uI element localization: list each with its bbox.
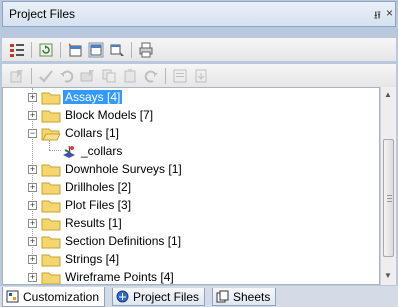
secondary-toolbar (2, 64, 396, 87)
pin-icon[interactable]: ⭿ (374, 7, 381, 26)
undo-icon (58, 67, 76, 85)
toolbar-separator (131, 41, 132, 58)
window-copy-icon[interactable] (108, 41, 126, 59)
tree-item-drillholes[interactable]: + Drillholes [2] (3, 179, 363, 197)
open-folder-icon (41, 128, 61, 141)
tab-sheets[interactable]: Sheets (212, 288, 277, 306)
tree-item-collars-file[interactable]: _collars (3, 143, 363, 161)
tab-label: Sheets (233, 289, 271, 304)
scroll-grip (387, 195, 392, 196)
toolbar-separator (60, 41, 61, 58)
edit-icon (8, 67, 26, 85)
project-tree[interactable]: + Assays [4] + Block Models [7] − Collar… (2, 87, 380, 285)
tree-item-label: Drillholes [2] (65, 180, 132, 194)
tree-item-label: Assays [4] (63, 90, 123, 104)
folder-icon (41, 218, 61, 231)
scroll-up-arrow-icon[interactable]: ▲ (384, 90, 392, 99)
folder-icon (41, 92, 61, 105)
expand-icon[interactable]: + (28, 201, 37, 210)
expand-icon[interactable]: + (28, 93, 37, 102)
expand-icon[interactable]: + (28, 219, 37, 228)
tree-item-label: Downhole Surveys [1] (65, 162, 182, 176)
properties-icon (171, 67, 189, 85)
tree-item-wireframe-points[interactable]: + Wireframe Points [4] (3, 269, 363, 284)
expand-icon[interactable]: + (28, 273, 37, 282)
panel-title-bar: Project Files ⭿ × (2, 1, 396, 27)
check-icon (37, 67, 55, 85)
tree-item-assays[interactable]: + Assays [4] (3, 89, 363, 107)
tree-item-strings[interactable]: + Strings [4] (3, 251, 363, 269)
bottom-tab-strip: Customization Project Files Sheets (0, 286, 398, 307)
scroll-down-arrow-icon[interactable]: ▼ (384, 271, 392, 280)
toolbar-separator (165, 67, 166, 84)
tree-item-label: Collars [1] (65, 126, 120, 140)
project-files-icon (116, 290, 129, 303)
panel-title: Project Files (9, 7, 76, 21)
window-arrange-icon[interactable] (87, 41, 105, 59)
folder-icon (41, 200, 61, 213)
folder-icon (41, 236, 61, 249)
tree-item-label: Block Models [7] (65, 108, 154, 122)
sheets-icon (216, 290, 229, 303)
collar-file-icon (63, 145, 75, 158)
folder-icon (41, 254, 61, 267)
tree-item-label: Section Definitions [1] (65, 234, 182, 248)
print-icon[interactable] (137, 41, 155, 59)
redo-icon (142, 67, 160, 85)
expand-icon[interactable]: + (28, 237, 37, 246)
copy-icon (100, 67, 118, 85)
tab-customization[interactable]: Customization (2, 287, 106, 307)
folder-icon (41, 110, 61, 123)
tab-project-files[interactable]: Project Files (112, 288, 206, 306)
tab-label: Customization (23, 289, 100, 304)
tree-item-plot-files[interactable]: + Plot Files [3] (3, 197, 363, 215)
primary-toolbar (2, 38, 396, 61)
toolbar-separator (31, 67, 32, 84)
close-icon[interactable]: × (386, 6, 393, 20)
new-window-icon[interactable] (66, 41, 84, 59)
tree-item-label: Plot Files [3] (65, 198, 132, 212)
tree-item-label: Strings [4] (65, 252, 120, 266)
refresh-icon[interactable] (37, 41, 55, 59)
hierarchy-icon[interactable] (8, 41, 26, 59)
scroll-grip (387, 198, 392, 199)
tree-item-label: Results [1] (65, 216, 122, 230)
tree-item-block-models[interactable]: + Block Models [7] (3, 107, 363, 125)
folder-icon (41, 182, 61, 195)
scrollbar-thumb[interactable] (383, 139, 394, 257)
expand-icon[interactable]: + (28, 183, 37, 192)
tree-item-label: _collars (81, 144, 123, 158)
toolbar-separator (31, 41, 32, 58)
expand-icon[interactable]: + (28, 165, 37, 174)
scroll-grip (387, 201, 392, 202)
tree-item-collars[interactable]: − Collars [1] (3, 125, 363, 143)
project-files-panel: Project Files ⭿ × + Assays [4] + Block M… (0, 0, 398, 307)
expand-icon[interactable]: + (28, 111, 37, 120)
edit-folder-icon (79, 67, 97, 85)
tree-item-results[interactable]: + Results [1] (3, 215, 363, 233)
collapse-icon[interactable]: − (28, 129, 37, 138)
tree-item-section-definitions[interactable]: + Section Definitions [1] (3, 233, 363, 251)
customization-icon (6, 290, 19, 303)
tab-label: Project Files (133, 289, 200, 304)
folder-icon (41, 164, 61, 177)
expand-icon[interactable]: + (28, 255, 37, 264)
export-icon (192, 67, 210, 85)
tree-item-downhole-surveys[interactable]: + Downhole Surveys [1] (3, 161, 363, 179)
tree-item-label: Wireframe Points [4] (65, 270, 174, 284)
folder-icon (41, 272, 61, 284)
vertical-scrollbar[interactable]: ▲ ▼ (380, 87, 396, 285)
paste-icon (121, 67, 139, 85)
